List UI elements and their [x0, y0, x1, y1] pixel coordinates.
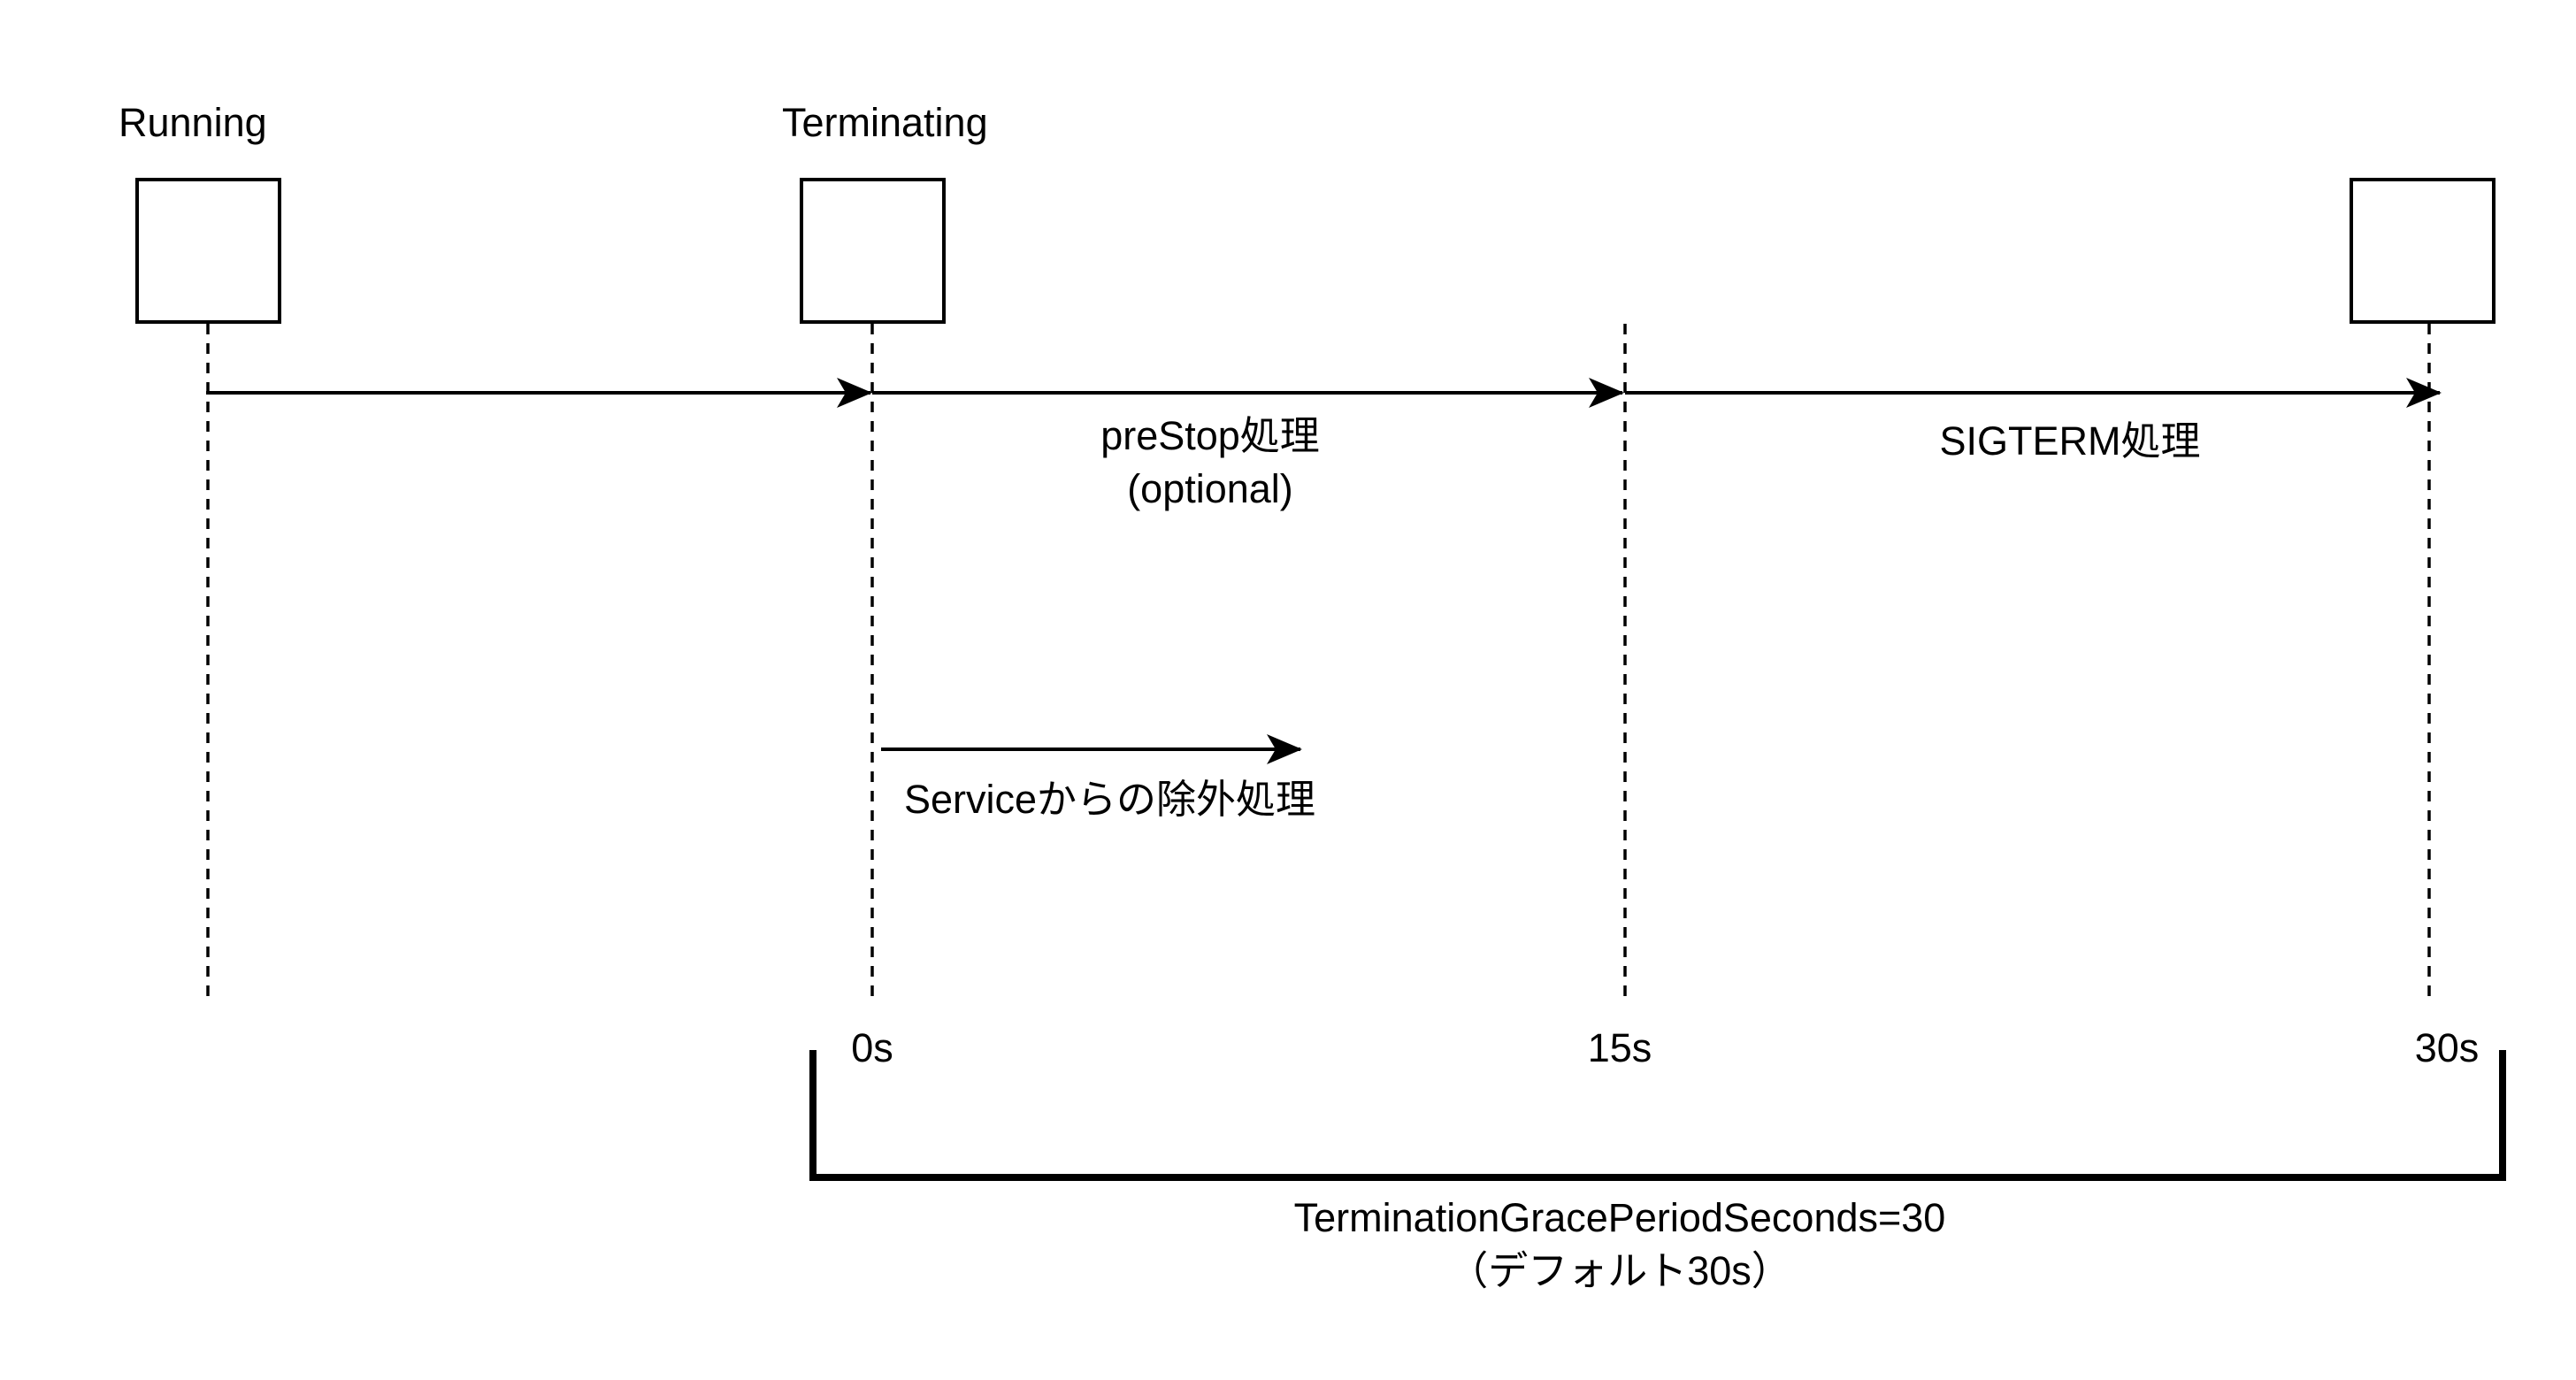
tick-30s: 30s: [2415, 1025, 2480, 1070]
tick-0s: 0s: [851, 1025, 893, 1070]
running-state-label: Running: [119, 100, 267, 145]
prestop-label: preStop処理: [1100, 413, 1320, 458]
prestop-optional-note: (optional): [1127, 466, 1293, 511]
pod-termination-diagram: Running Terminating preStop処理 (optional)…: [0, 0, 2576, 1380]
running-lifeline-box: [135, 178, 281, 324]
terminated-lifeline-box: [2350, 178, 2496, 324]
sigterm-label: SIGTERM処理: [1939, 418, 2200, 464]
grace-period-bracket: [809, 1050, 2506, 1181]
terminating-lifeline-box: [800, 178, 946, 324]
grace-period-setting-label: TerminationGracePeriodSeconds=30: [1294, 1195, 1946, 1240]
tick-15s: 15s: [1588, 1025, 1652, 1070]
terminating-state-label: Terminating: [782, 100, 988, 145]
grace-period-default-note: （デフォルト30s）: [1448, 1248, 1791, 1293]
service-removal-label: Serviceからの除外処理: [904, 777, 1315, 822]
diagram-canvas: Running Terminating preStop処理 (optional)…: [119, 100, 2506, 1293]
